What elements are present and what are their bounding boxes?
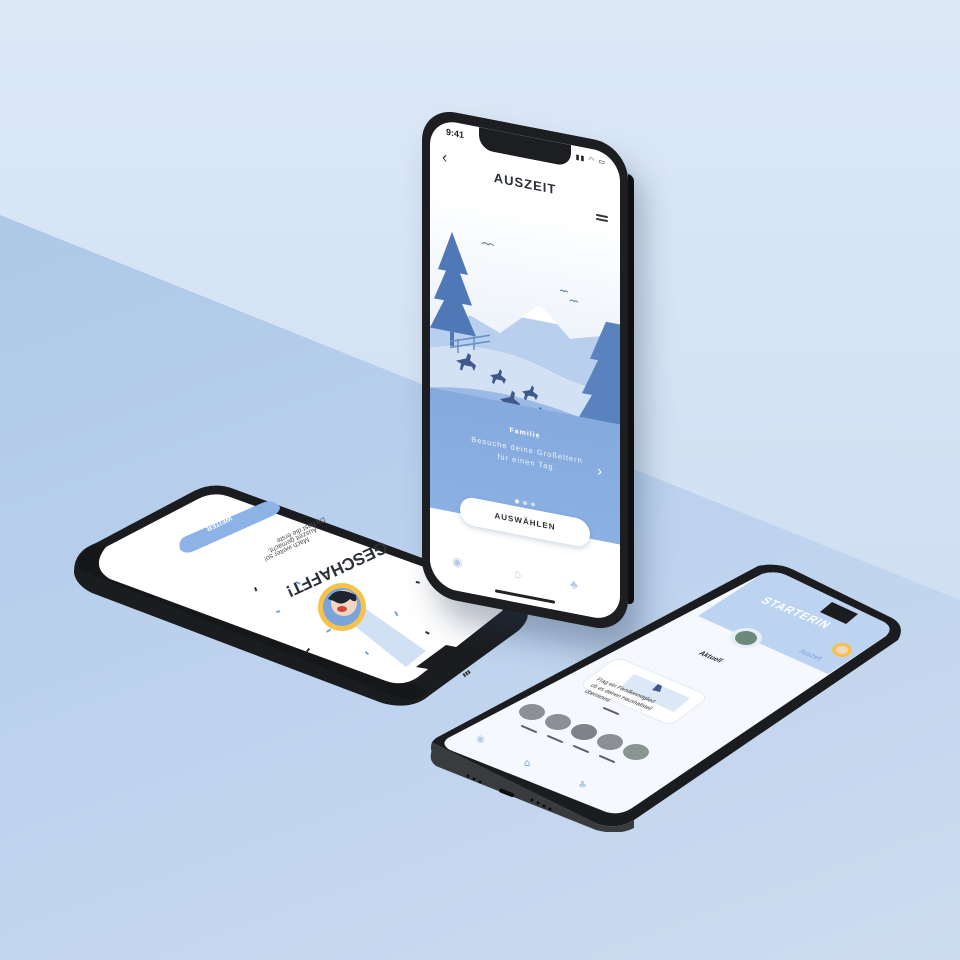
standing-screen: 9:41 ▮▮ ◠ ▭ ‹ AUSZEIT Familie Besuche de…: [430, 117, 620, 623]
status-icons: ▮▮ ◠ ▭: [575, 153, 606, 167]
phone-side: [628, 174, 634, 606]
avatar[interactable]: [832, 643, 852, 657]
tree-tab-icon[interactable]: ♣: [578, 780, 587, 791]
status-time: 9:41: [446, 126, 465, 141]
chat-icon[interactable]: ◉: [476, 734, 485, 745]
home-icon[interactable]: ⌂: [524, 758, 530, 769]
notch: [479, 127, 571, 167]
phone-right: STARTERIN Aktuell Auszeit Frag ein Famil…: [430, 564, 901, 832]
phone-standing: 9:41 ▮▮ ◠ ▭ ‹ AUSZEIT Familie Besuche de…: [422, 106, 634, 635]
level-badge: [730, 628, 762, 648]
chevron-right-icon[interactable]: ›: [597, 462, 602, 479]
avatar: [318, 583, 366, 631]
